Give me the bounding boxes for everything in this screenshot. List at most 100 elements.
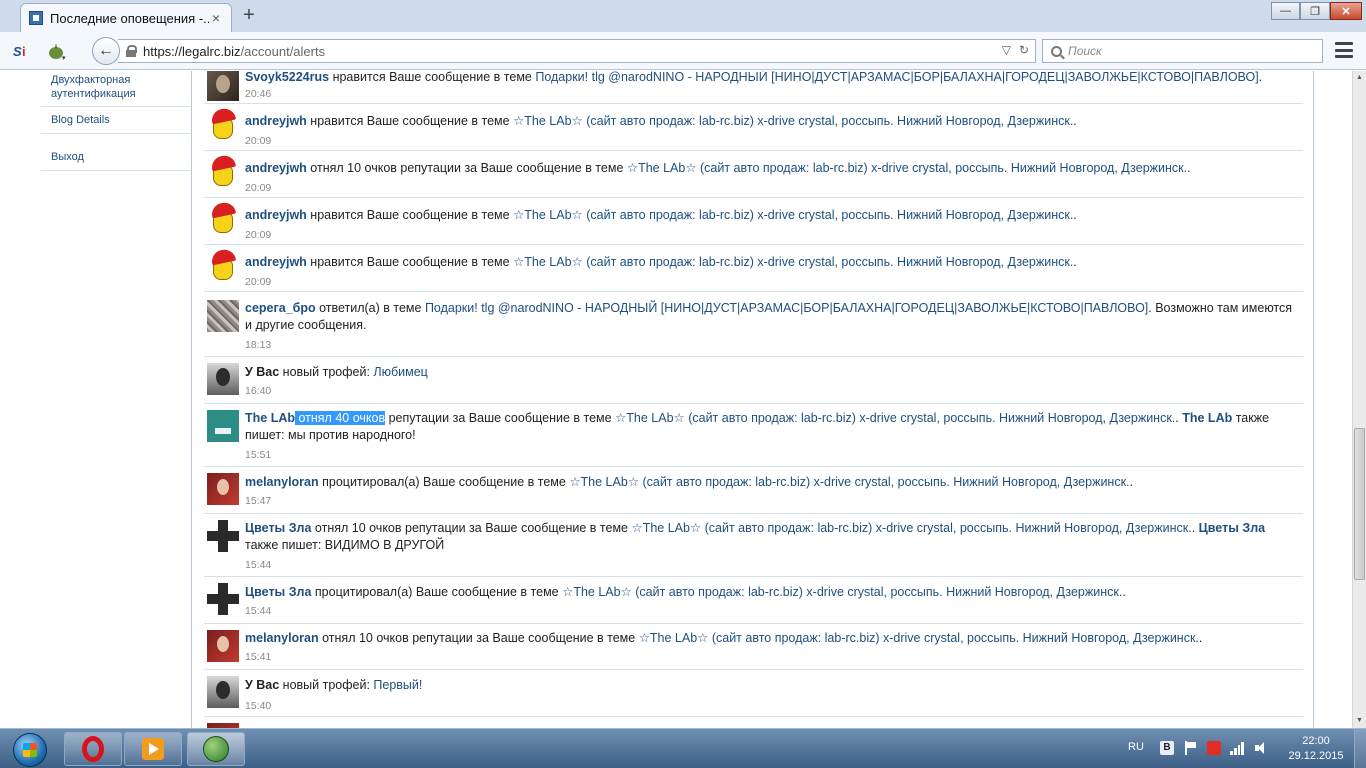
search-input[interactable]: Поиск <box>1042 39 1323 63</box>
alert-user-link[interactable]: andreyjwh <box>245 255 307 269</box>
back-button[interactable]: ← <box>92 37 120 65</box>
extension-icon[interactable]: Si <box>12 41 32 61</box>
avatar[interactable] <box>207 300 239 332</box>
lock-icon <box>126 45 137 57</box>
sidebar-item-blog-details[interactable]: Blog Details <box>41 107 191 134</box>
alert-time: 15:51 <box>245 449 272 461</box>
maximize-button[interactable]: ❐ <box>1300 2 1330 20</box>
scrollbar-thumb[interactable] <box>1354 428 1365 580</box>
alert-user-link[interactable]: The LAb <box>1182 411 1232 425</box>
alert-thread-link[interactable]: ☆The LAb☆ (сайт авто продаж: lab-rc.biz)… <box>562 585 1122 599</box>
alert-item: Svoyk5224rus нравится Ваше сообщение в т… <box>204 71 1303 104</box>
system-clock[interactable]: 22:00 29.12.2015 <box>1286 734 1346 764</box>
alert-thread-link[interactable]: Подарки! tlg @narodNINO - НАРОДНЫЙ [НИНО… <box>535 71 1258 84</box>
alert-time: 20:09 <box>245 135 272 147</box>
alert-text: melanyloran отнял 10 очков репутации за … <box>245 631 1203 645</box>
alert-time: 15:47 <box>245 495 272 507</box>
volume-icon[interactable] <box>1254 741 1268 755</box>
close-window-button[interactable]: ✕ <box>1330 2 1362 20</box>
alert-thread-link[interactable]: ☆The LAb☆ (сайт авто продаж: lab-rc.biz)… <box>513 255 1073 269</box>
alert-thread-link[interactable]: ☆The LAb☆ (сайт авто продаж: lab-rc.biz)… <box>513 208 1073 222</box>
reload-icon[interactable]: ↻ <box>1019 43 1029 57</box>
alert-text: Цветы Зла отнял 10 очков репутации за Ва… <box>245 521 1266 552</box>
clock-date: 29.12.2015 <box>1288 750 1344 762</box>
garlic-addon-icon[interactable]: ▾ <box>46 41 66 62</box>
avatar[interactable] <box>207 155 239 187</box>
alert-thread-link[interactable]: Подарки! tlg @narodNINO - НАРОДНЫЙ [НИНО… <box>425 301 1148 315</box>
show-desktop-button[interactable] <box>1354 729 1366 768</box>
alert-user-link[interactable]: The LAb <box>245 411 295 425</box>
avatar[interactable] <box>207 71 239 101</box>
account-sidebar: Двухфакторная аутентификация Blog Detail… <box>41 71 191 171</box>
alert-user-link[interactable]: andreyjwh <box>245 114 307 128</box>
alert-thread-link[interactable]: ☆The LAb☆ (сайт авто продаж: lab-rc.biz)… <box>631 521 1191 535</box>
taskbar-browser[interactable] <box>187 732 245 766</box>
avatar[interactable] <box>207 108 239 140</box>
avatar[interactable] <box>207 676 239 708</box>
alert-user-link[interactable]: andreyjwh <box>245 161 307 175</box>
avatar[interactable] <box>207 202 239 234</box>
alert-item: У Вас новый трофей: Первый! 15:40 <box>204 670 1303 717</box>
network-signal-icon[interactable] <box>1230 741 1244 755</box>
back-arrow-icon: ← <box>98 42 114 59</box>
avatar[interactable] <box>207 583 239 615</box>
alert-user-link[interactable]: Цветы Зла <box>1199 521 1265 535</box>
sidebar-item-two-factor[interactable]: Двухфакторная аутентификация <box>41 71 191 107</box>
avatar[interactable] <box>207 410 239 442</box>
avatar[interactable] <box>207 363 239 395</box>
taskbar-media-player[interactable] <box>124 732 182 766</box>
svg-text:S: S <box>13 44 22 59</box>
svg-text:▾: ▾ <box>62 55 66 61</box>
alert-thread-link[interactable]: ☆The LAb☆ (сайт авто продаж: lab-rc.biz)… <box>513 114 1073 128</box>
alert-thread-link[interactable]: ☆The LAb☆ (сайт авто продаж: lab-rc.biz)… <box>569 475 1129 489</box>
alert-text: melanyloran процитировал(а) Ваше сообщен… <box>245 475 1134 489</box>
alert-user-link[interactable]: Svoyk5224rus <box>245 71 329 84</box>
start-button[interactable] <box>2 730 58 768</box>
browser-globe-icon <box>203 736 229 762</box>
avatar[interactable] <box>207 249 239 281</box>
alert-user-link[interactable]: melanyloran <box>245 475 319 489</box>
alert-time: 18:13 <box>245 339 272 351</box>
tray-v-icon[interactable]: B <box>1160 741 1174 755</box>
alert-thread-link[interactable]: ☆The LAb☆ (сайт авто продаж: lab-rc.biz)… <box>615 411 1175 425</box>
new-tab-button[interactable]: + <box>238 5 260 27</box>
trophy-link[interactable]: Любимец <box>373 365 427 379</box>
avatar[interactable] <box>207 630 239 662</box>
browser-tab[interactable]: Последние оповещения -... × <box>20 3 232 32</box>
alert-thread-link[interactable]: ☆The LAb☆ (сайт авто продаж: lab-rc.biz)… <box>627 161 1187 175</box>
alert-user-link[interactable]: andreyjwh <box>245 208 307 222</box>
vertical-scrollbar[interactable]: ▲ ▼ <box>1352 71 1366 728</box>
tray-warning-icon[interactable] <box>1207 741 1221 755</box>
alert-user-link[interactable]: Цветы Зла <box>245 585 311 599</box>
sidebar-item-logout[interactable]: Выход <box>41 134 191 171</box>
windows-logo-icon <box>13 733 47 767</box>
alert-user-link[interactable]: Цветы Зла <box>245 521 311 535</box>
alert-item: andreyjwh отнял 10 очков репутации за Ва… <box>204 151 1303 198</box>
scroll-down-icon[interactable]: ▼ <box>1353 714 1366 728</box>
avatar[interactable] <box>207 473 239 505</box>
alert-item: У Вас новый трофей: Любимец 16:40 <box>204 357 1303 404</box>
opera-icon <box>82 736 104 762</box>
tab-close-icon[interactable]: × <box>209 10 223 26</box>
dropdown-arrow-icon[interactable]: ▽ <box>1002 43 1011 57</box>
svg-text:i: i <box>22 44 26 59</box>
avatar[interactable] <box>207 520 239 552</box>
taskbar-opera[interactable] <box>64 732 122 766</box>
alert-text: andreyjwh отнял 10 очков репутации за Ва… <box>245 161 1191 175</box>
selected-text: отнял 40 очков <box>295 411 386 425</box>
favicon-icon <box>29 11 43 25</box>
action-center-flag-icon[interactable] <box>1184 741 1198 755</box>
alert-user-link[interactable]: melanyloran <box>245 631 319 645</box>
language-indicator[interactable]: RU <box>1128 741 1144 753</box>
alert-time: 15:41 <box>245 651 272 663</box>
url-host: https://legalrc.biz <box>143 43 241 59</box>
address-bar[interactable]: https://legalrc.biz /account/alerts ▽ ↻ <box>118 39 1036 63</box>
alert-thread-link[interactable]: ☆The LAb☆ (сайт авто продаж: lab-rc.biz)… <box>639 631 1199 645</box>
alert-user-link[interactable]: серега_бро <box>245 301 316 315</box>
alert-text: The LAb отнял 40 очков репутации за Ваше… <box>245 411 1270 442</box>
minimize-button[interactable]: — <box>1271 2 1300 20</box>
hamburger-menu-icon[interactable] <box>1335 42 1353 58</box>
browser-navbar: Si ▾ https://legalrc.biz /account/alerts… <box>0 32 1366 70</box>
trophy-link[interactable]: Первый! <box>373 678 422 692</box>
scroll-up-icon[interactable]: ▲ <box>1353 71 1366 85</box>
